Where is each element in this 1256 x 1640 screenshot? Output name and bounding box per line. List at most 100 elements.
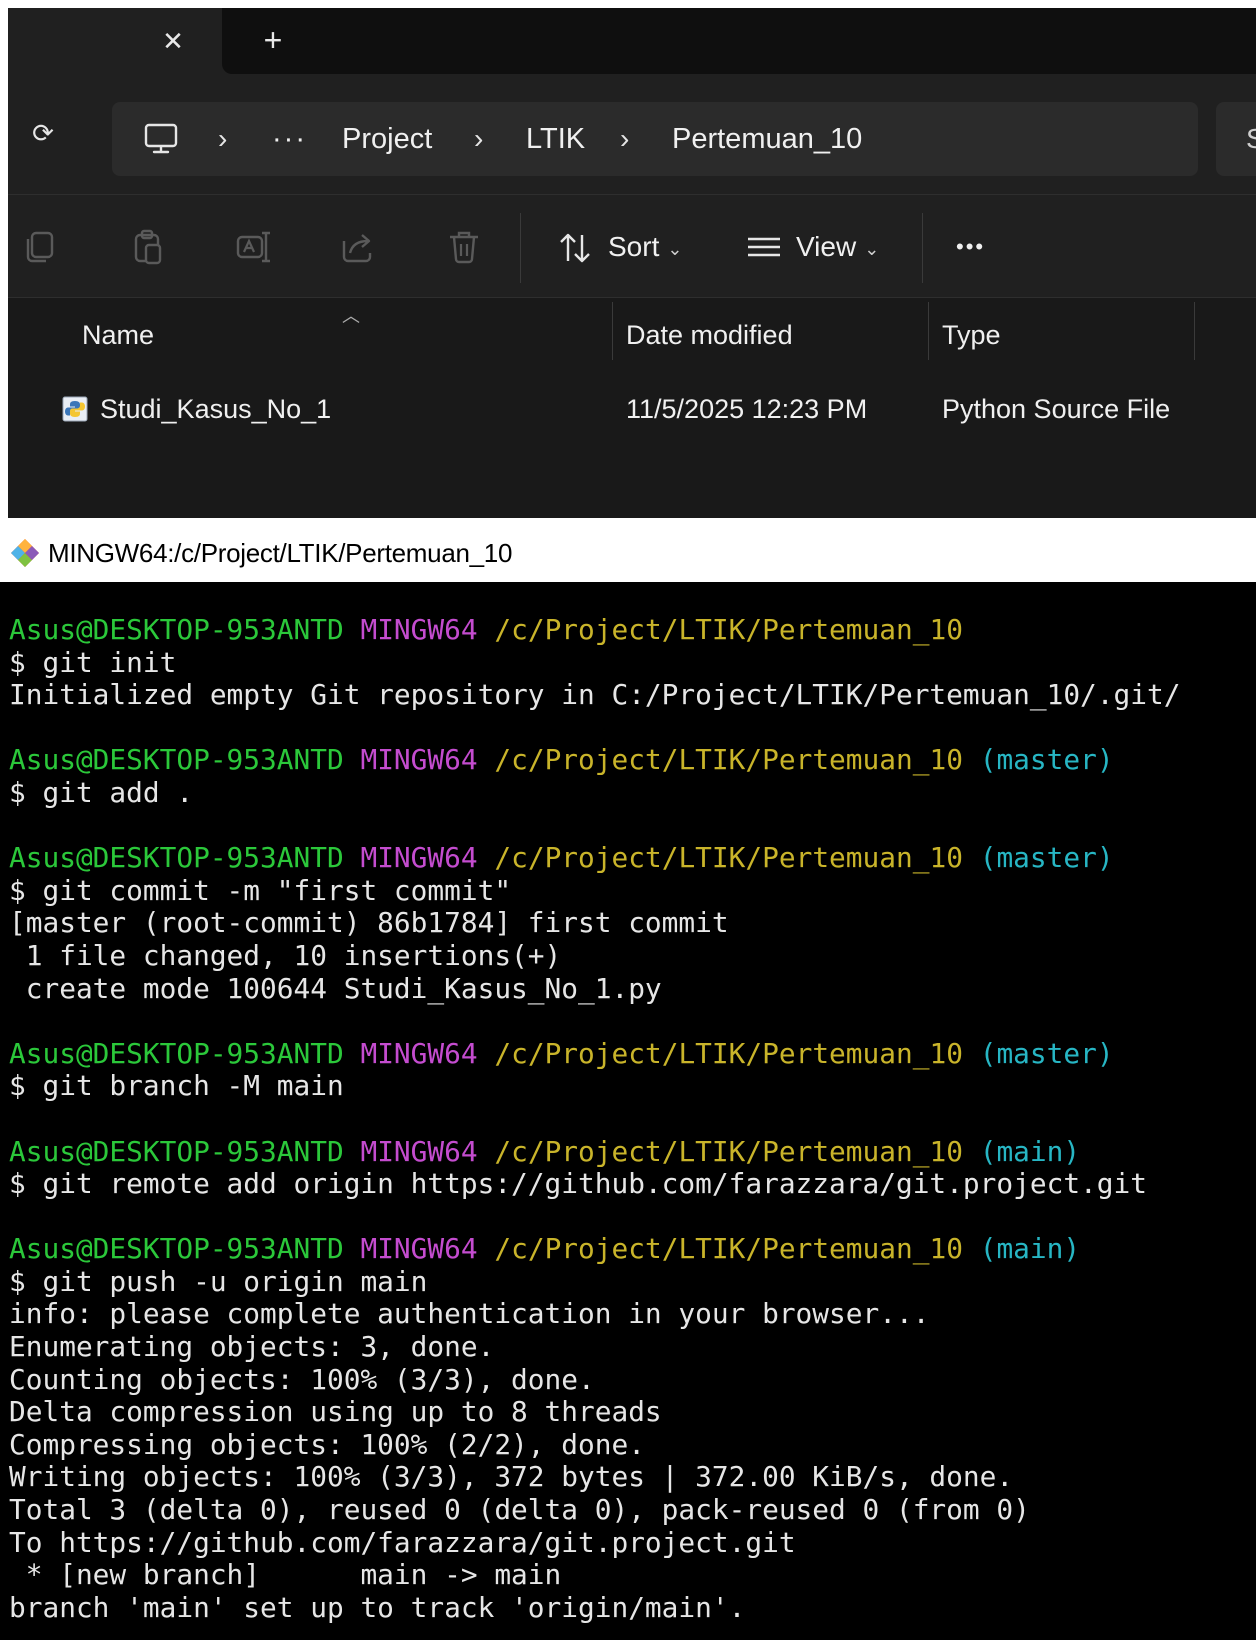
file-list: Studi_Kasus_No_1 11/5/2025 12:23 PM Pyth… bbox=[8, 372, 1256, 518]
command-line: $ git init bbox=[9, 645, 177, 679]
file-list-header: ︿ Name Date modified Type bbox=[8, 298, 1256, 372]
prompt-path: /c/Project/LTIK/Pertemuan_10 bbox=[494, 743, 963, 777]
tab-strip: + bbox=[222, 8, 1256, 74]
output-line: * [new branch] main -> main bbox=[9, 1558, 562, 1592]
prompt-shell: MINGW64 bbox=[360, 743, 478, 777]
share-icon[interactable] bbox=[338, 227, 378, 267]
prompt-path: /c/Project/LTIK/Pertemuan_10 bbox=[494, 1134, 963, 1168]
prompt-user: Asus@DESKTOP-953ANTD bbox=[9, 1036, 344, 1070]
chevron-down-icon: ⌄ bbox=[864, 238, 880, 259]
python-file-icon bbox=[62, 396, 88, 422]
prompt-path: /c/Project/LTIK/Pertemuan_10 bbox=[494, 1232, 963, 1266]
breadcrumb-overflow[interactable]: ··· bbox=[272, 102, 307, 176]
breadcrumb-pertemuan-10[interactable]: Pertemuan_10 bbox=[672, 102, 862, 176]
output-line: Writing objects: 100% (3/3), 372 bytes |… bbox=[9, 1460, 1014, 1494]
view-icon[interactable] bbox=[744, 227, 784, 267]
column-divider[interactable] bbox=[1194, 302, 1195, 360]
search-input[interactable]: S bbox=[1216, 102, 1256, 176]
column-divider[interactable] bbox=[928, 302, 929, 360]
prompt-branch: (main) bbox=[979, 1232, 1081, 1266]
prompt-line: Asus@DESKTOP-953ANTD MINGW64 /c/Project/… bbox=[9, 841, 1256, 875]
column-header-type[interactable]: Type bbox=[942, 298, 1001, 372]
prompt-line: Asus@DESKTOP-953ANTD MINGW64 /c/Project/… bbox=[9, 1134, 1256, 1169]
rename-icon[interactable] bbox=[234, 227, 274, 267]
refresh-icon[interactable]: ⟳ bbox=[26, 116, 60, 150]
prompt-branch: (main) bbox=[979, 1134, 1081, 1168]
prompt-branch: (master) bbox=[979, 841, 1114, 875]
prompt-branch: (master) bbox=[979, 1036, 1114, 1070]
command-bar: Sort ⌄ View ⌄ ••• bbox=[8, 194, 1256, 298]
sort-button[interactable]: Sort ⌄ bbox=[608, 223, 682, 271]
column-header-name[interactable]: Name bbox=[82, 298, 154, 372]
output-line: Enumerating objects: 3, done. bbox=[9, 1330, 495, 1364]
file-type: Python Source File bbox=[942, 394, 1171, 424]
prompt-user: Asus@DESKTOP-953ANTD bbox=[9, 743, 344, 777]
new-tab-icon[interactable]: + bbox=[258, 24, 288, 56]
prompt-shell: MINGW64 bbox=[360, 1232, 478, 1266]
more-options-icon[interactable]: ••• bbox=[956, 223, 985, 271]
column-header-date-modified[interactable]: Date modified bbox=[626, 298, 793, 372]
sort-label: Sort bbox=[608, 231, 660, 262]
this-pc-icon[interactable] bbox=[142, 120, 180, 158]
command-line: $ git add . bbox=[9, 775, 194, 809]
output-line: create mode 100644 Studi_Kasus_No_1.py bbox=[9, 971, 662, 1005]
breadcrumb-project[interactable]: Project bbox=[342, 102, 432, 176]
prompt-path: /c/Project/LTIK/Pertemuan_10 bbox=[494, 613, 963, 646]
breadcrumb-chevron-icon[interactable]: › bbox=[620, 102, 629, 176]
address-row: ⟳ › ··· Project › LTIK › Pertemuan_10 S bbox=[8, 74, 1256, 194]
output-line: Initialized empty Git repository in C:/P… bbox=[9, 678, 1181, 712]
command-line: $ git commit -m "first commit" bbox=[9, 873, 512, 907]
close-tab-icon[interactable]: ✕ bbox=[158, 26, 188, 56]
prompt-shell: MINGW64 bbox=[360, 1036, 478, 1070]
toolbar-divider bbox=[922, 213, 923, 283]
delete-icon[interactable] bbox=[444, 227, 484, 267]
terminal-output[interactable]: Asus@DESKTOP-953ANTD MINGW64 /c/Project/… bbox=[9, 613, 1256, 1640]
git-bash-logo-icon bbox=[11, 539, 39, 567]
file-explorer-window: ✕ + ⟳ › ··· Project › LTIK › Pertemuan_1… bbox=[8, 8, 1256, 518]
prompt-user: Asus@DESKTOP-953ANTD bbox=[9, 1134, 344, 1168]
git-bash-terminal-window[interactable]: MINGW64:/c/Project/LTIK/Pertemuan_10 Asu… bbox=[0, 524, 1256, 1640]
chevron-down-icon: ⌄ bbox=[667, 238, 683, 259]
prompt-user: Asus@DESKTOP-953ANTD bbox=[9, 841, 344, 875]
output-line: To https://github.com/farazzara/git.proj… bbox=[9, 1525, 796, 1559]
sort-icon[interactable] bbox=[556, 227, 596, 267]
view-button[interactable]: View ⌄ bbox=[796, 223, 879, 271]
prompt-user: Asus@DESKTOP-953ANTD bbox=[9, 613, 344, 646]
file-row[interactable]: Studi_Kasus_No_1 11/5/2025 12:23 PM Pyth… bbox=[8, 372, 1256, 446]
breadcrumb-ltik[interactable]: LTIK bbox=[526, 102, 585, 176]
prompt-shell: MINGW64 bbox=[360, 613, 478, 646]
breadcrumb-chevron-icon[interactable]: › bbox=[474, 102, 483, 176]
prompt-line: Asus@DESKTOP-953ANTD MINGW64 /c/Project/… bbox=[9, 1232, 1256, 1266]
terminal-title: MINGW64:/c/Project/LTIK/Pertemuan_10 bbox=[48, 538, 513, 568]
prompt-user: Asus@DESKTOP-953ANTD bbox=[9, 1232, 344, 1266]
output-line: Counting objects: 100% (3/3), done. bbox=[9, 1362, 595, 1396]
output-line: info: please complete authentication in … bbox=[9, 1297, 930, 1331]
output-line: Compressing objects: 100% (2/2), done. bbox=[9, 1427, 645, 1461]
file-date-modified: 11/5/2025 12:23 PM bbox=[626, 394, 868, 424]
prompt-branch: (master) bbox=[979, 743, 1114, 777]
command-line: $ git branch -M main bbox=[9, 1069, 344, 1103]
output-line: [master (root-commit) 86b1784] first com… bbox=[9, 906, 729, 940]
terminal-title-bar[interactable]: MINGW64:/c/Project/LTIK/Pertemuan_10 bbox=[0, 524, 1256, 582]
command-line: $ git push -u origin main bbox=[9, 1264, 428, 1298]
column-divider[interactable] bbox=[612, 302, 613, 360]
sort-ascending-icon: ︿ bbox=[342, 306, 360, 326]
toolbar-divider bbox=[520, 213, 521, 283]
copy-icon[interactable] bbox=[20, 227, 60, 267]
prompt-path: /c/Project/LTIK/Pertemuan_10 bbox=[494, 1036, 963, 1070]
breadcrumb-chevron-icon[interactable]: › bbox=[218, 102, 227, 176]
prompt-shell: MINGW64 bbox=[360, 1134, 478, 1168]
paste-icon[interactable] bbox=[128, 227, 168, 267]
address-bar[interactable]: › ··· Project › LTIK › Pertemuan_10 bbox=[112, 102, 1198, 176]
command-line: $ git remote add origin https://github.c… bbox=[9, 1167, 1147, 1201]
output-line: branch 'main' set up to track 'origin/ma… bbox=[9, 1590, 746, 1624]
view-label: View bbox=[796, 231, 857, 262]
output-line: Delta compression using up to 8 threads bbox=[9, 1395, 662, 1429]
tab-active[interactable]: ✕ bbox=[8, 8, 222, 74]
output-line: 1 file changed, 10 insertions(+) bbox=[9, 938, 562, 972]
prompt-line: Asus@DESKTOP-953ANTD MINGW64 /c/Project/… bbox=[9, 744, 1256, 777]
